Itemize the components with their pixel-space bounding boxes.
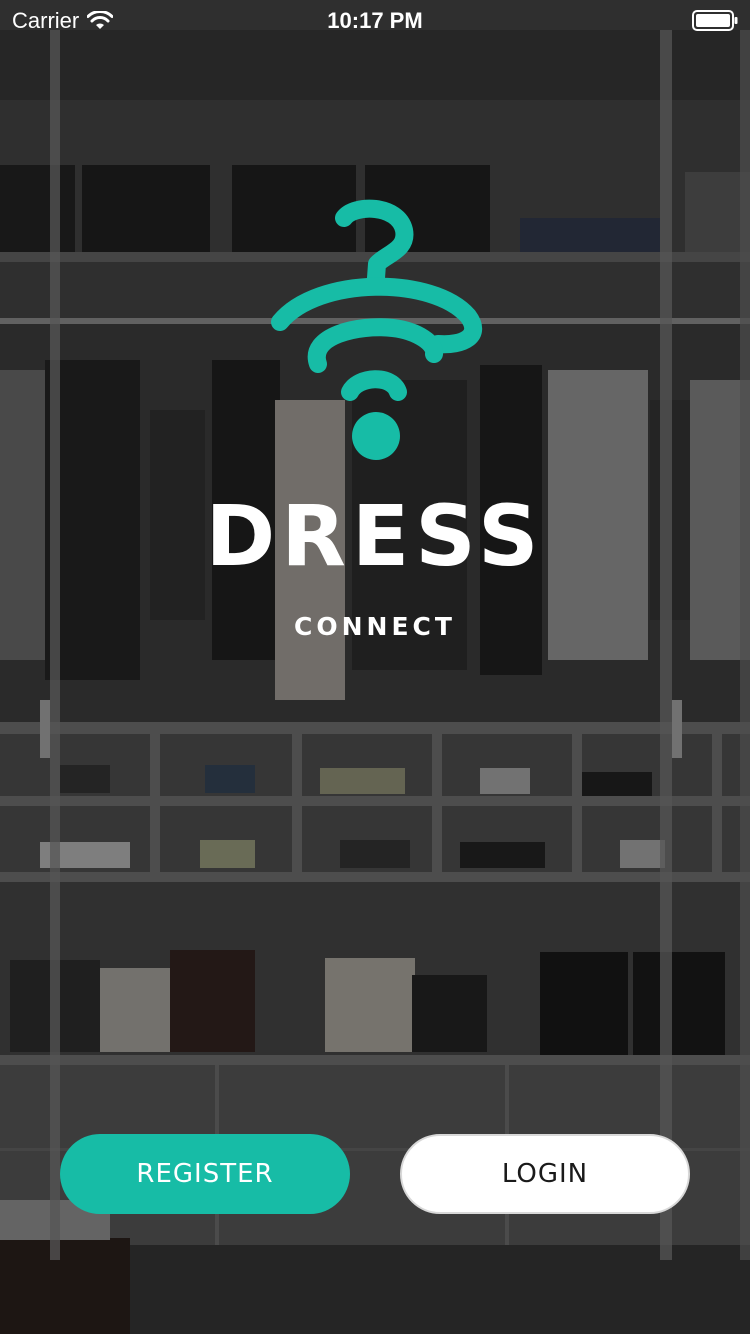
login-button-label: LOGIN [501, 1159, 589, 1189]
register-button-label: REGISTER [136, 1159, 274, 1189]
register-button[interactable]: REGISTER [60, 1134, 350, 1214]
login-button[interactable]: LOGIN [400, 1134, 690, 1214]
status-bar: Carrier 10:17 PM [0, 0, 750, 40]
battery-icon [692, 10, 738, 31]
splash-screen: Carrier 10:17 PM DRESS CONNECT REGISTER [0, 0, 750, 1334]
status-time: 10:17 PM [327, 8, 423, 33]
brand-subtitle: CONNECT [294, 612, 456, 641]
brand-title: DRESS [205, 487, 545, 585]
hanger-wifi-logo-icon [271, 199, 483, 460]
